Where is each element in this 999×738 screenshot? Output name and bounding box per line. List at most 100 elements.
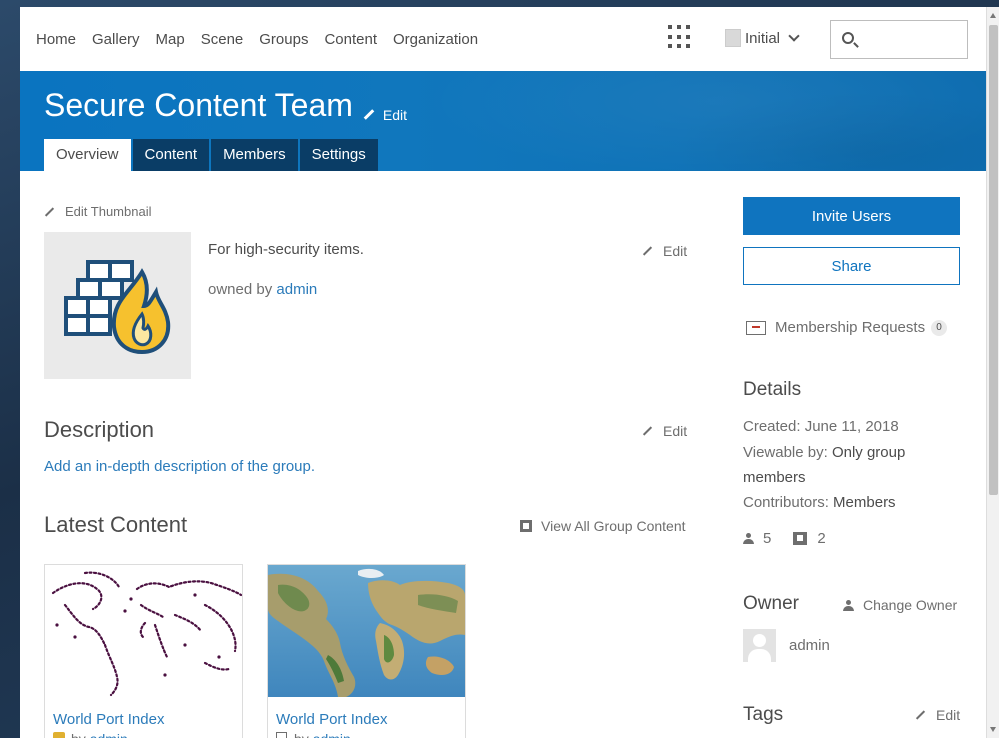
user-name: Initial <box>745 29 781 47</box>
membership-requests-label: Membership Requests <box>775 319 926 336</box>
user-menu[interactable]: Initial <box>725 29 800 47</box>
tab-overview[interactable]: Overview <box>44 139 131 171</box>
member-count: 5 <box>763 530 772 547</box>
content-thumbnail <box>268 565 465 697</box>
group-tabs: Overview Content Members Settings <box>44 139 380 171</box>
edit-thumbnail-button[interactable]: Edit Thumbnail <box>44 204 151 219</box>
description-edit-label: Edit <box>663 423 688 439</box>
content-title[interactable]: World Port Index <box>53 711 164 728</box>
search-icon <box>842 32 854 44</box>
nav-scene[interactable]: Scene <box>201 31 244 48</box>
items-icon <box>793 532 808 545</box>
group-header-banner: Secure Content Team Edit Overview Conten… <box>20 71 986 171</box>
nav-map[interactable]: Map <box>156 31 185 48</box>
description-edit-button[interactable]: Edit <box>642 423 687 439</box>
content-thumbnail <box>45 565 242 697</box>
latest-content-heading: Latest Content <box>44 512 188 537</box>
group-sidebar: Invite Users Share Membership Requests 0… <box>743 197 960 725</box>
content-owner: by admin <box>53 731 128 738</box>
content-owner-link[interactable]: admin <box>90 731 128 738</box>
view-all-content-link[interactable]: View All Group Content <box>520 518 686 534</box>
title-edit-button[interactable]: Edit <box>363 107 407 123</box>
edit-thumbnail-label: Edit Thumbnail <box>65 204 152 219</box>
summary-edit-button[interactable]: Edit <box>642 243 687 259</box>
group-counts: 5 2 <box>743 530 826 547</box>
membership-requests-link[interactable]: Membership Requests 0 <box>746 319 948 336</box>
change-owner-button[interactable]: Change Owner <box>843 597 957 613</box>
tab-members[interactable]: Members <box>211 139 298 171</box>
add-description-link[interactable]: Add an in-depth description of the group… <box>44 458 315 475</box>
world-imagery-map <box>268 565 465 697</box>
nav-gallery[interactable]: Gallery <box>92 31 140 48</box>
created-date: Created: June 11, 2018 <box>743 414 899 439</box>
owner-row: admin <box>743 629 830 662</box>
contributors: Contributors: Members <box>743 490 896 515</box>
owner-name[interactable]: admin <box>789 637 830 654</box>
scrollbar-thumb[interactable] <box>989 25 998 495</box>
pencil-icon <box>642 246 653 256</box>
tab-settings[interactable]: Settings <box>299 139 378 171</box>
tags-edit-button[interactable]: Edit <box>915 707 960 723</box>
nav-organization[interactable]: Organization <box>393 31 478 48</box>
app-launcher-icon[interactable] <box>668 25 692 49</box>
contributors-value: Members <box>833 494 896 511</box>
port-points-map <box>45 565 242 697</box>
chevron-down-icon <box>788 30 800 42</box>
document-icon <box>276 732 287 738</box>
browser-page: Home Gallery Map Scene Groups Content Or… <box>20 7 986 738</box>
invite-users-button[interactable]: Invite Users <box>743 197 960 235</box>
content-owner-link[interactable]: admin <box>313 731 351 738</box>
change-owner-label: Change Owner <box>863 597 958 613</box>
group-title-text: Secure Content Team <box>44 87 353 123</box>
owner-avatar <box>743 629 776 662</box>
user-avatar <box>725 29 741 47</box>
tags-heading: Tags <box>743 704 784 725</box>
owned-by-prefix: owned by <box>208 281 273 298</box>
membership-request-icon <box>746 320 766 335</box>
pencil-icon <box>642 426 653 436</box>
details-heading: Details <box>743 379 802 400</box>
group-thumbnail <box>44 232 191 379</box>
pencil-icon <box>44 206 55 217</box>
viewable-by-cont: members <box>743 465 806 490</box>
share-button[interactable]: Share <box>743 247 960 285</box>
pencil-icon <box>915 710 926 720</box>
view-all-label: View All Group Content <box>541 518 686 534</box>
viewable-label: Viewable by: <box>743 444 828 461</box>
pencil-icon <box>363 109 375 120</box>
summary-edit-label: Edit <box>663 243 688 259</box>
viewable-by: Viewable by: Only group <box>743 440 905 465</box>
group-summary: For high-security items. <box>208 241 364 258</box>
created-value: June 11, 2018 <box>804 418 899 435</box>
contributors-label: Contributors: <box>743 494 829 511</box>
created-label: Created: <box>743 418 801 435</box>
nav-home[interactable]: Home <box>36 31 76 48</box>
page-scrollbar[interactable] <box>986 7 999 738</box>
scroll-up-icon[interactable] <box>990 13 996 18</box>
tags-edit-label: Edit <box>936 707 961 723</box>
search-input[interactable] <box>830 20 968 59</box>
title-edit-label: Edit <box>382 106 408 123</box>
nav-groups[interactable]: Groups <box>259 31 308 48</box>
content-title[interactable]: World Port Index <box>276 711 387 728</box>
firewall-icon <box>64 260 171 355</box>
member-icon <box>743 533 754 544</box>
tab-content[interactable]: Content <box>132 139 210 171</box>
viewable-value-cont: members <box>743 469 806 486</box>
viewable-value: Only group <box>831 444 906 461</box>
group-title: Secure Content Team Edit <box>44 87 407 124</box>
content-by-prefix: by <box>71 731 86 738</box>
nav-links: Home Gallery Map Scene Groups Content Or… <box>36 31 494 48</box>
content-card[interactable]: World Port Index by admin <box>44 564 243 738</box>
content-card[interactable]: World Port Index by admin <box>267 564 466 738</box>
person-icon <box>843 599 854 611</box>
top-navigation: Home Gallery Map Scene Groups Content Or… <box>20 7 986 71</box>
content-owner: by admin <box>276 731 351 738</box>
content-icon <box>520 520 532 532</box>
item-count: 2 <box>817 530 826 547</box>
content-by-prefix: by <box>294 731 309 738</box>
scroll-down-icon[interactable] <box>990 727 996 732</box>
owned-by: owned by admin <box>208 281 317 298</box>
owner-link[interactable]: admin <box>276 281 317 298</box>
nav-content[interactable]: Content <box>324 31 377 48</box>
